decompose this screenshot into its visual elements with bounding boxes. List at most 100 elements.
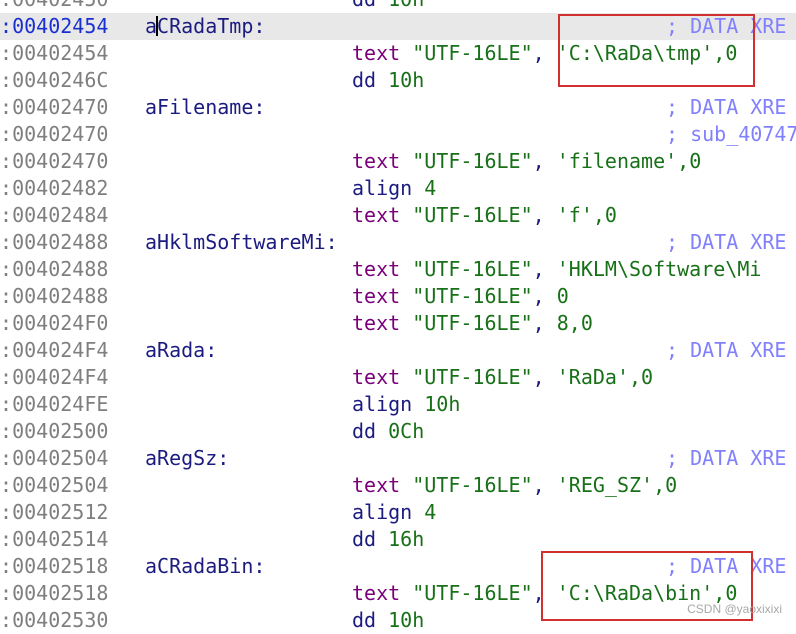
listing-line[interactable]: 0:00402450 dd 10h — [0, 0, 796, 13]
xref-comment[interactable]: ; sub_40747 — [666, 121, 796, 148]
listing-line[interactable]: 0:004024F0 text "UTF-16LE", 8,0 — [0, 310, 796, 337]
operand: 10h — [388, 0, 424, 11]
instruction: text "UTF-16LE", 'REG_SZ',0 — [352, 472, 677, 499]
address[interactable]: 0:00402488 — [0, 283, 108, 310]
address[interactable]: 0:004024FE — [0, 391, 108, 418]
address[interactable]: 0:00402482 — [0, 175, 108, 202]
instruction: text "UTF-16LE", 'HKLM\Software\Mi — [352, 256, 761, 283]
address[interactable]: 0:00402488 — [0, 256, 108, 283]
symbol-label[interactable]: aFilename: — [145, 94, 265, 121]
address[interactable]: 0:00402450 — [0, 0, 108, 13]
disassembly-listing[interactable]: 0:00402450 dd 10h 0:00402454 aCRadaTmp: ; DA… — [0, 0, 796, 634]
highlight-box-tmp-path — [558, 14, 755, 87]
address[interactable]: 0:004024F0 — [0, 310, 108, 337]
encoding-operand: "UTF-16LE" — [412, 365, 533, 389]
mnemonic: text — [352, 311, 401, 335]
operand: 16h — [388, 527, 425, 551]
address[interactable]: 0:004024F4 — [0, 337, 108, 364]
listing-line[interactable]: 0:00402512 align 4 — [0, 499, 796, 526]
separator: , — [532, 365, 557, 389]
address[interactable]: 0:00402530 — [0, 607, 108, 634]
listing-line[interactable]: 0:00402488 text "UTF-16LE", 'HKLM\Softwar… — [0, 256, 796, 283]
listing-line[interactable]: 0:00402470 ; sub_40747 — [0, 121, 796, 148]
encoding-operand: "UTF-16LE" — [412, 473, 533, 497]
listing-line[interactable]: 0:00402514 dd 16h — [0, 526, 796, 553]
encoding-operand: "UTF-16LE" — [412, 311, 533, 335]
terminator: ,0 — [592, 203, 617, 227]
address[interactable]: 0:00402518 — [0, 553, 108, 580]
separator: , — [532, 311, 557, 335]
address[interactable]: 0:00402514 — [0, 526, 108, 553]
address[interactable]: 0:00402454 — [0, 40, 108, 67]
xref-comment[interactable]: ; DATA XRE — [666, 229, 786, 256]
instruction: dd 10h — [352, 67, 424, 94]
string-operand: 'RaDa' — [556, 365, 629, 389]
mnemonic: align — [352, 500, 413, 524]
address[interactable]: 0:00402504 — [0, 445, 108, 472]
symbol-label[interactable]: aRegSz: — [145, 445, 229, 472]
listing-line[interactable]: 0:00402504 aRegSz: ; DATA XRE — [0, 445, 796, 472]
listing-line[interactable]: 0:00402470 text "UTF-16LE", 'filename',0 — [0, 148, 796, 175]
string-operand: 'HKLM\Software\Mi — [556, 257, 762, 281]
listing-line[interactable]: 0:00402484 text "UTF-16LE", 'f',0 — [0, 202, 796, 229]
listing-line[interactable]: 0:00402504 text "UTF-16LE", 'REG_SZ',0 — [0, 472, 796, 499]
listing-line[interactable]: 0:004024FE align 10h — [0, 391, 796, 418]
address[interactable]: 0:00402454 — [0, 13, 108, 40]
address[interactable]: 0:00402470 — [0, 94, 108, 121]
address[interactable]: 0:00402504 — [0, 472, 108, 499]
instruction: dd 0Ch — [352, 418, 424, 445]
instruction: text "UTF-16LE", 0 — [352, 283, 569, 310]
encoding-operand: "UTF-16LE" — [412, 149, 533, 173]
listing-line[interactable]: 0:004024F4 text "UTF-16LE", 'RaDa',0 — [0, 364, 796, 391]
mnemonic: dd — [352, 419, 377, 443]
address[interactable]: 0:00402518 — [0, 580, 108, 607]
symbol-label[interactable]: aCRadaBin: — [145, 553, 265, 580]
operand: 10h — [388, 68, 425, 92]
listing-line[interactable]: 0:004024F4 aRada: ; DATA XRE — [0, 337, 796, 364]
xref-comment[interactable]: ; DATA XRE — [666, 94, 786, 121]
instruction: text "UTF-16LE", 'filename',0 — [352, 148, 701, 175]
encoding-operand: "UTF-16LE" — [412, 257, 533, 281]
mnemonic: text — [352, 365, 401, 389]
listing-line[interactable]: 0:00402500 dd 0Ch — [0, 418, 796, 445]
mnemonic: text — [352, 581, 401, 605]
listing-line[interactable]: 0:00402488 text "UTF-16LE", 0 — [0, 283, 796, 310]
address[interactable]: 0:00402500 — [0, 418, 108, 445]
separator: , — [532, 149, 557, 173]
watermark: CSDN @yaoxixixi — [687, 602, 782, 616]
mnemonic: text — [352, 284, 401, 308]
symbol-label[interactable]: aRada: — [145, 337, 217, 364]
terminator: ,0 — [677, 149, 702, 173]
instruction: align 10h — [352, 391, 460, 418]
string-operand: 0 — [556, 284, 569, 308]
symbol-label[interactable]: aCRadaTmp: — [145, 13, 265, 40]
address[interactable]: 0:00402470 — [0, 148, 108, 175]
mnemonic: text — [352, 41, 401, 65]
mnemonic: dd — [352, 68, 377, 92]
address[interactable]: 0:0040246C — [0, 67, 108, 94]
mnemonic: dd — [352, 0, 376, 11]
address[interactable]: 0:00402512 — [0, 499, 108, 526]
instruction: dd 16h — [352, 526, 424, 553]
instruction: text "UTF-16LE", 8,0 — [352, 310, 593, 337]
text-cursor — [156, 16, 159, 36]
symbol-label[interactable]: aHklmSoftwareMi: — [145, 229, 338, 256]
listing-line[interactable]: 0:00402482 align 4 — [0, 175, 796, 202]
xref-comment[interactable]: ; DATA XRE — [666, 337, 786, 364]
instruction: dd 10h — [352, 607, 424, 634]
listing-line[interactable]: 0:00402470 aFilename: ; DATA XRE — [0, 94, 796, 121]
separator: , — [532, 284, 557, 308]
mnemonic: text — [352, 149, 401, 173]
instruction: text "UTF-16LE", 'RaDa',0 — [352, 364, 653, 391]
encoding-operand: "UTF-16LE" — [412, 41, 533, 65]
encoding-operand: "UTF-16LE" — [412, 581, 533, 605]
terminator: ,0 — [568, 311, 593, 335]
address[interactable]: 0:00402488 — [0, 229, 108, 256]
address[interactable]: 0:00402470 — [0, 121, 108, 148]
instruction: dd 10h — [352, 0, 424, 13]
separator: , — [532, 257, 557, 281]
address[interactable]: 0:00402484 — [0, 202, 108, 229]
address[interactable]: 0:004024F4 — [0, 364, 108, 391]
xref-comment[interactable]: ; DATA XRE — [666, 445, 786, 472]
listing-line[interactable]: 0:00402488 aHklmSoftwareMi: ; DATA XRE — [0, 229, 796, 256]
